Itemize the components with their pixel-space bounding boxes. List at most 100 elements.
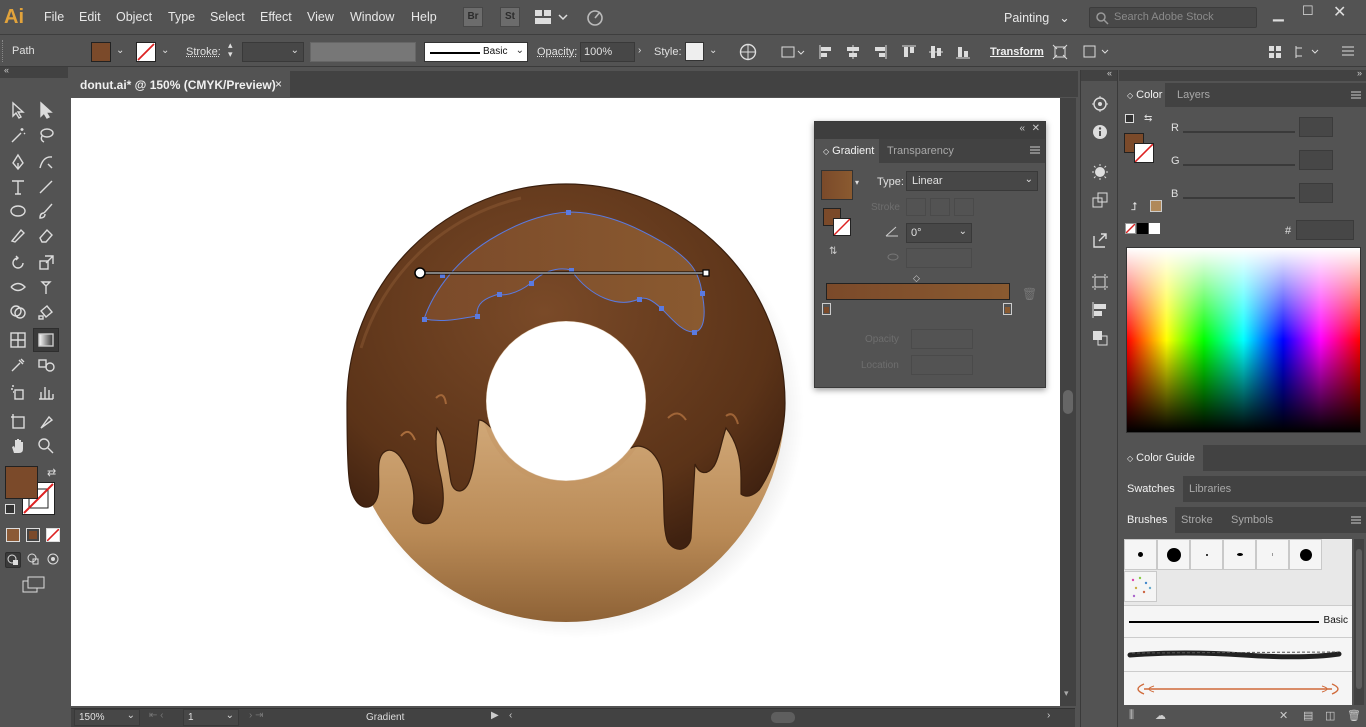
fill-color-swatch-front[interactable] <box>5 466 38 499</box>
align-right-icon[interactable] <box>872 44 888 60</box>
tab-brushes[interactable]: Brushes <box>1119 507 1176 533</box>
column-graph-tool-icon[interactable] <box>33 380 59 404</box>
arrange-documents-icon[interactable] <box>534 9 568 25</box>
close-icon[interactable]: × <box>275 77 282 91</box>
type-tool-icon[interactable] <box>5 175 31 199</box>
align-top-icon[interactable] <box>901 44 917 60</box>
tab-transparency[interactable]: Transparency <box>879 139 962 163</box>
search-stock-field[interactable]: Search Adobe Stock <box>1089 7 1257 28</box>
channel-b-slider[interactable] <box>1183 197 1295 199</box>
info-icon[interactable] <box>1091 123 1109 141</box>
scroll-right-icon[interactable]: › <box>1047 710 1050 721</box>
align-vertical-center-icon[interactable] <box>928 44 944 60</box>
menu-select[interactable]: Select <box>210 10 245 24</box>
draw-inside-icon[interactable] <box>46 552 62 568</box>
reverse-gradient-icon[interactable]: ⇅ <box>829 246 837 257</box>
expand-icon[interactable]: « <box>1107 68 1112 78</box>
eraser-tool-icon[interactable] <box>33 223 59 247</box>
menu-edit[interactable]: Edit <box>79 10 101 24</box>
chevron-down-icon[interactable]: ⌄ <box>709 45 717 56</box>
brush-dot-large[interactable] <box>1157 539 1190 570</box>
maximize-window-button[interactable]: ☐ <box>1302 3 1314 19</box>
gradient-stop-left[interactable] <box>822 303 831 315</box>
tab-color-guide[interactable]: ◇ Color Guide <box>1119 445 1203 471</box>
pathfinder-icon[interactable] <box>1091 329 1109 347</box>
brush-charcoal-row[interactable] <box>1124 637 1352 671</box>
channel-g-slider[interactable] <box>1183 164 1295 166</box>
tab-layers[interactable]: Layers <box>1169 83 1218 107</box>
stroke-weight-stepper[interactable]: ▴ ▾ <box>228 41 233 59</box>
channel-r-slider[interactable] <box>1183 131 1295 133</box>
links-icon[interactable] <box>1091 191 1109 209</box>
libraries-panel-icon[interactable]: ☁ <box>1155 709 1166 722</box>
eyedropper-tool-icon[interactable] <box>5 353 31 377</box>
zoom-tool-icon[interactable] <box>33 434 59 458</box>
menu-window[interactable]: Window <box>350 10 394 24</box>
menu-help[interactable]: Help <box>411 10 437 24</box>
collapse-icon[interactable]: « <box>4 65 9 75</box>
symbol-sprayer-icon[interactable] <box>5 380 31 404</box>
align-to-icon[interactable] <box>780 44 806 60</box>
brush-definition[interactable]: Basic ⌄ <box>424 42 528 62</box>
status-menu-icon[interactable]: ▶ <box>491 710 499 721</box>
panel-menu-icon[interactable] <box>1350 514 1362 526</box>
hand-tool-icon[interactable] <box>5 434 31 458</box>
shape-builder-tool-icon[interactable] <box>5 300 31 324</box>
tab-gradient[interactable]: ◇ Gradient <box>815 139 879 163</box>
delete-brush-icon[interactable]: 🗑 <box>1347 709 1361 722</box>
magic-wand-tool-icon[interactable] <box>5 123 31 147</box>
menu-object[interactable]: Object <box>116 10 152 24</box>
tab-color[interactable]: ◇ Color <box>1119 83 1165 107</box>
brushes-scrollbar[interactable] <box>1354 539 1364 705</box>
align-bottom-icon[interactable] <box>955 44 971 60</box>
gradient-thumbnail[interactable] <box>821 170 853 200</box>
scroll-down-icon[interactable]: ▾ <box>1064 688 1069 699</box>
transform-panel-icon[interactable] <box>1091 273 1109 291</box>
stroke-swatch[interactable] <box>136 42 156 62</box>
distribute-icon[interactable] <box>1293 44 1321 60</box>
recolor-artwork-icon[interactable] <box>739 43 757 61</box>
menu-type[interactable]: Type <box>168 10 195 24</box>
tab-swatches[interactable]: Swatches <box>1119 476 1183 502</box>
color-spectrum[interactable] <box>1126 247 1361 433</box>
brush-arrow-row[interactable] <box>1124 671 1352 705</box>
graphic-style-swatch[interactable] <box>685 42 704 61</box>
next-artboard-icon[interactable]: › ⇥ <box>249 710 264 721</box>
brush-options-icon[interactable]: ▤ <box>1303 709 1313 722</box>
panel-menu-icon[interactable] <box>1350 89 1362 101</box>
tab-libraries[interactable]: Libraries <box>1181 476 1239 502</box>
white-swatch[interactable] <box>1149 223 1160 234</box>
align-left-icon[interactable] <box>818 44 834 60</box>
gradient-type-select[interactable]: Linear ⌄ <box>906 171 1038 191</box>
export-icon[interactable] <box>1091 231 1109 249</box>
close-window-button[interactable]: ✕ <box>1333 2 1346 22</box>
line-segment-tool-icon[interactable] <box>33 175 59 199</box>
appearance-icon[interactable] <box>1091 95 1109 113</box>
minimize-window-button[interactable]: ▁ <box>1273 5 1284 22</box>
tab-symbols[interactable]: Symbols <box>1223 507 1281 533</box>
draw-normal-icon[interactable] <box>5 552 21 568</box>
width-tool-icon[interactable] <box>5 275 31 299</box>
arrange-icon[interactable] <box>1267 44 1283 60</box>
gradient-slider[interactable] <box>826 283 1010 300</box>
brush-dot-medium[interactable] <box>1289 539 1322 570</box>
color-panel-stroke[interactable] <box>1134 143 1154 163</box>
gradient-mode-icon[interactable] <box>26 528 40 542</box>
paintbrush-tool-icon[interactable] <box>33 199 59 223</box>
fill-swatch[interactable] <box>91 42 111 62</box>
gradient-tool-icon[interactable] <box>33 328 59 352</box>
hex-input[interactable] <box>1296 220 1354 240</box>
brush-dot-small[interactable] <box>1124 539 1157 570</box>
isolate-icon[interactable] <box>1052 44 1068 60</box>
horizontal-scroll-thumb[interactable] <box>771 712 795 723</box>
brush-basic-row[interactable]: Basic <box>1124 605 1352 637</box>
collapse-icon[interactable]: » <box>1357 68 1362 78</box>
stroke-weight-input[interactable]: ⌄ <box>242 42 304 62</box>
default-fill-stroke-icon[interactable] <box>5 504 15 514</box>
align-panel-icon[interactable] <box>1091 301 1109 319</box>
brush-oval[interactable] <box>1223 539 1256 570</box>
chevron-down-icon[interactable]: ▾ <box>855 178 859 187</box>
channel-b-input[interactable] <box>1299 183 1333 203</box>
live-paint-bucket-icon[interactable] <box>33 300 59 324</box>
remove-brush-stroke-icon[interactable]: ✕ <box>1279 709 1288 722</box>
